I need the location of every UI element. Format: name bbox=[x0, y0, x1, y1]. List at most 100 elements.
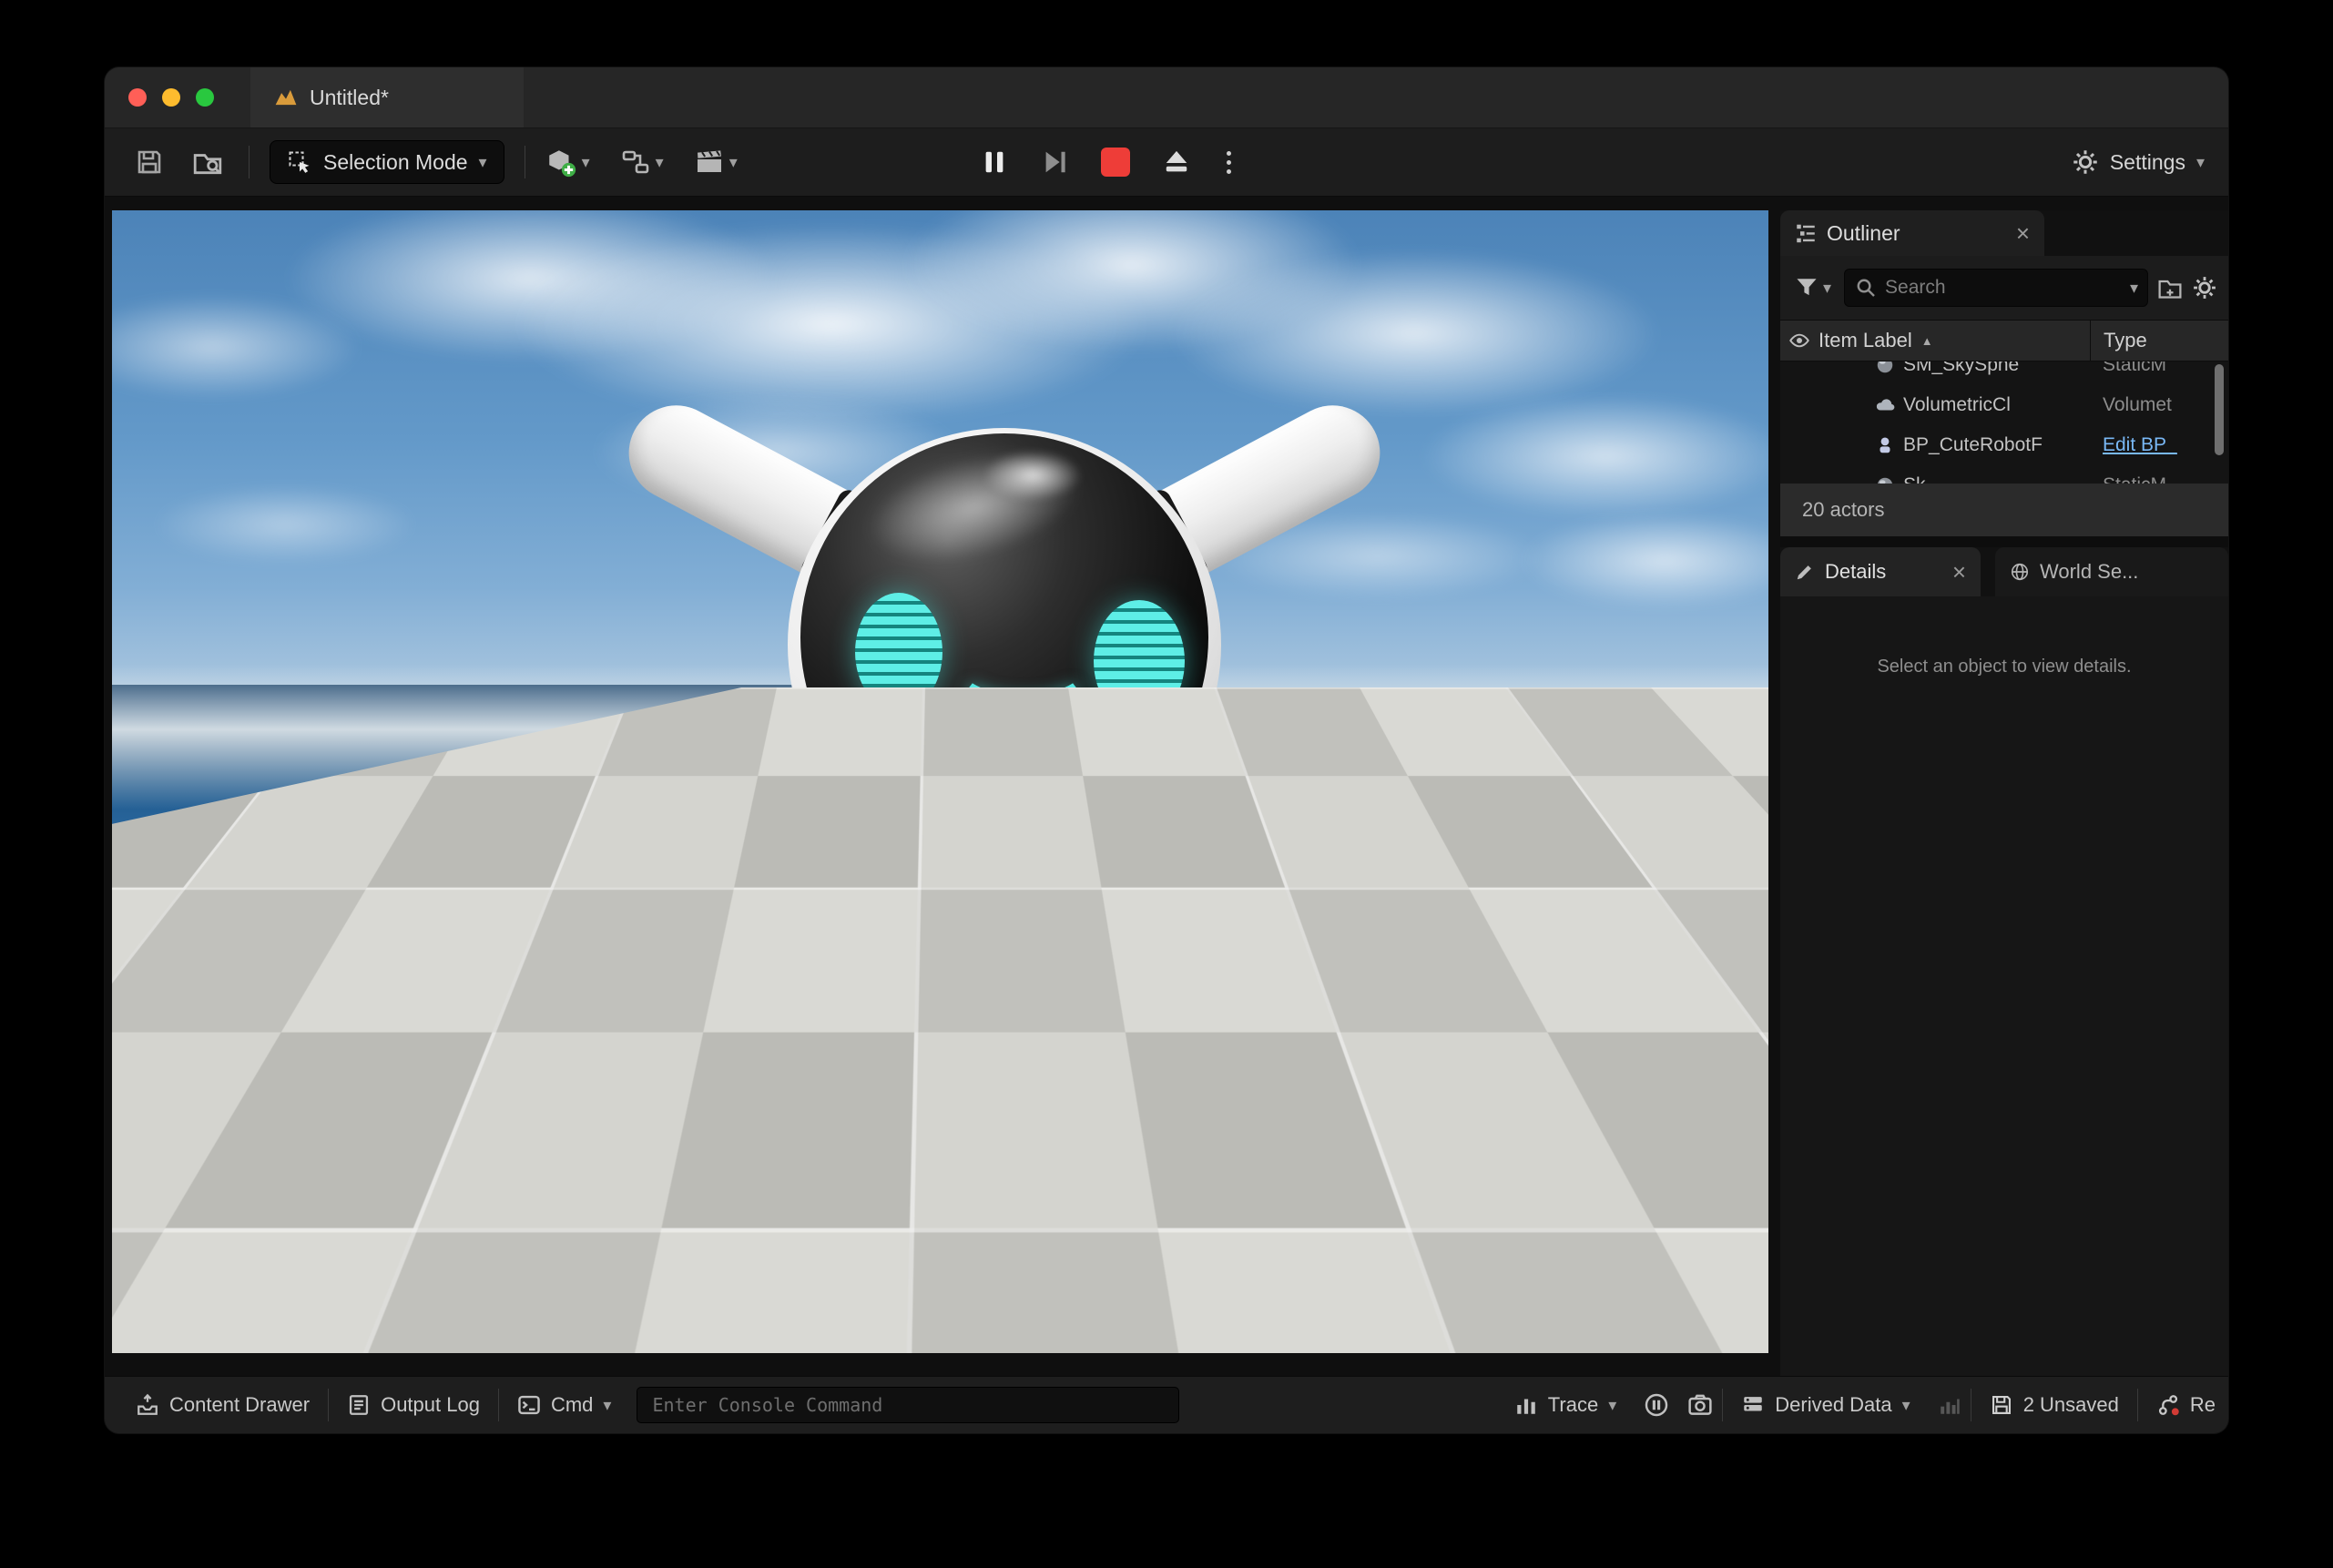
frame-skip-button[interactable] bbox=[1041, 148, 1068, 176]
outliner-settings-button[interactable] bbox=[2192, 275, 2217, 300]
save-icon bbox=[1990, 1393, 2013, 1417]
toolbar-divider bbox=[249, 146, 250, 178]
panel-divider bbox=[1780, 536, 2228, 547]
window-close-button[interactable] bbox=[128, 88, 147, 107]
chevron-down-icon: ▾ bbox=[656, 154, 664, 170]
level-tab[interactable]: Untitled* bbox=[250, 67, 524, 127]
outliner-rows-scrolled: SM_SkySphe StaticM VolumetricCl Volumet bbox=[1780, 361, 2228, 484]
filter-funnel-icon bbox=[1795, 276, 1819, 300]
outliner-toolbar: ▾ ▾ bbox=[1780, 256, 2228, 320]
outliner-tab[interactable]: Outliner × bbox=[1780, 210, 2044, 256]
add-actor-icon bbox=[545, 147, 576, 178]
table-row[interactable]: VolumetricCl Volumet bbox=[1780, 385, 2228, 425]
play-controls bbox=[981, 128, 1235, 196]
derived-data-dropdown[interactable]: Derived Data ▾ bbox=[1723, 1377, 1928, 1433]
item-label-column-header[interactable]: Item Label ▲ bbox=[1819, 329, 2090, 352]
screenshot-button[interactable] bbox=[1678, 1377, 1722, 1433]
revision-control-icon bbox=[2156, 1393, 2180, 1417]
tab-details[interactable]: Details × bbox=[1780, 547, 1981, 596]
details-panel-body: Select an object to view details. bbox=[1780, 596, 2228, 1376]
performance-stats-button[interactable] bbox=[1929, 1377, 1971, 1433]
type-column-header[interactable]: Type bbox=[2090, 321, 2228, 361]
chevron-down-icon: ▾ bbox=[1608, 1397, 1616, 1413]
unreal-editor-window: Untitled* Selection Mode ▾ ▾ bbox=[105, 67, 2228, 1433]
gear-icon bbox=[2072, 148, 2099, 176]
table-row[interactable]: BP_CuteRobotF Edit BP_ bbox=[1780, 425, 2228, 465]
row-label: SM_SkySphe bbox=[1903, 361, 2019, 376]
new-folder-button[interactable] bbox=[2157, 275, 2183, 300]
viewport-3d[interactable] bbox=[112, 210, 1768, 1353]
outliner-scrollbar[interactable] bbox=[2215, 364, 2224, 455]
cinematics-icon bbox=[695, 148, 724, 177]
status-bar: Content Drawer Output Log Cmd ▾ Trace ▾ bbox=[105, 1376, 2228, 1433]
folder-search-icon bbox=[192, 147, 223, 178]
row-type: Volumet bbox=[2090, 394, 2228, 416]
row-type: StaticM bbox=[2090, 474, 2228, 484]
edit-blueprint-link[interactable]: Edit BP_ bbox=[2090, 434, 2228, 456]
chevron-down-icon[interactable]: ▾ bbox=[2130, 280, 2138, 296]
filter-dropdown[interactable]: ▾ bbox=[1791, 276, 1835, 300]
output-log-label: Output Log bbox=[381, 1393, 480, 1417]
traffic-lights bbox=[105, 88, 214, 107]
outliner-column-header: Item Label ▲ Type bbox=[1780, 320, 2228, 361]
search-input[interactable] bbox=[1844, 269, 2148, 307]
main-area: Outliner × ▾ ▾ bbox=[105, 197, 2228, 1376]
tab-world-settings[interactable]: World Se... bbox=[1995, 547, 2228, 596]
selection-mode-label: Selection Mode bbox=[323, 150, 468, 175]
robot-leg-left-knee-joint bbox=[751, 840, 866, 933]
type-label-text: Type bbox=[2104, 329, 2147, 352]
close-icon[interactable]: × bbox=[1952, 560, 1966, 584]
window-minimize-button[interactable] bbox=[162, 88, 180, 107]
titlebar: Untitled* bbox=[105, 67, 2228, 128]
console-command-input[interactable] bbox=[637, 1387, 1179, 1423]
actors-count-bar: 20 actors bbox=[1780, 484, 2228, 536]
volumetric-cloud-icon bbox=[1875, 395, 1895, 415]
eject-button[interactable] bbox=[1163, 148, 1190, 176]
chevron-down-icon: ▾ bbox=[1823, 280, 1831, 296]
cmd-dropdown[interactable]: Cmd ▾ bbox=[499, 1377, 630, 1433]
blueprint-actor-icon bbox=[1875, 435, 1895, 455]
pencil-icon bbox=[1795, 562, 1815, 582]
content-browser-button[interactable] bbox=[187, 141, 229, 183]
derived-data-label: Derived Data bbox=[1775, 1393, 1891, 1417]
cmd-label: Cmd bbox=[551, 1393, 593, 1417]
chevron-down-icon: ▾ bbox=[2196, 154, 2205, 170]
globe-icon bbox=[2010, 562, 2030, 582]
close-icon[interactable]: × bbox=[2016, 221, 2030, 245]
unsaved-changes-button[interactable]: 2 Unsaved bbox=[1971, 1377, 2137, 1433]
pause-icon bbox=[981, 148, 1008, 176]
robot-head-glare-small bbox=[983, 450, 1083, 501]
table-row[interactable]: Sk StaticM bbox=[1780, 465, 2228, 484]
actors-count: 20 actors bbox=[1802, 498, 1885, 522]
item-label-text: Item Label bbox=[1819, 329, 1912, 352]
settings-dropdown[interactable]: Settings ▾ bbox=[2072, 148, 2205, 176]
folder-plus-icon bbox=[2157, 275, 2183, 300]
details-empty-message: Select an object to view details. bbox=[1780, 657, 2228, 677]
blueprints-button[interactable]: ▾ bbox=[621, 148, 664, 177]
table-row[interactable]: SM_SkySphe StaticM bbox=[1780, 361, 2228, 385]
robot-character bbox=[112, 210, 1768, 1353]
chevron-down-icon: ▾ bbox=[1902, 1397, 1910, 1413]
revision-control-button[interactable]: Re bbox=[2138, 1377, 2216, 1433]
add-actor-button[interactable]: ▾ bbox=[545, 147, 590, 178]
insights-session-button[interactable] bbox=[1635, 1377, 1678, 1433]
save-button[interactable] bbox=[128, 141, 170, 183]
desktop: Untitled* Selection Mode ▾ ▾ bbox=[0, 0, 2333, 1568]
robot-faceplate bbox=[800, 433, 1208, 841]
stop-button[interactable] bbox=[1101, 148, 1130, 177]
sort-ascending-icon: ▲ bbox=[1921, 334, 1933, 348]
outliner-icon bbox=[1795, 222, 1817, 244]
selection-mode-dropdown[interactable]: Selection Mode ▾ bbox=[270, 140, 504, 184]
trace-dropdown[interactable]: Trace ▾ bbox=[1496, 1377, 1635, 1433]
play-options-kebab-icon[interactable] bbox=[1223, 148, 1235, 178]
output-log-button[interactable]: Output Log bbox=[329, 1377, 498, 1433]
window-zoom-button[interactable] bbox=[196, 88, 214, 107]
content-drawer-button[interactable]: Content Drawer bbox=[117, 1377, 328, 1433]
visibility-column-header[interactable] bbox=[1780, 330, 1819, 351]
right-panel: Outliner × ▾ ▾ bbox=[1780, 210, 2228, 1376]
session-record-icon bbox=[1644, 1392, 1669, 1418]
cinematics-button[interactable]: ▾ bbox=[695, 148, 738, 177]
revision-label: Re bbox=[2190, 1393, 2216, 1417]
pause-button[interactable] bbox=[981, 148, 1008, 176]
details-tabbar: Details × World Se... bbox=[1780, 547, 2228, 596]
